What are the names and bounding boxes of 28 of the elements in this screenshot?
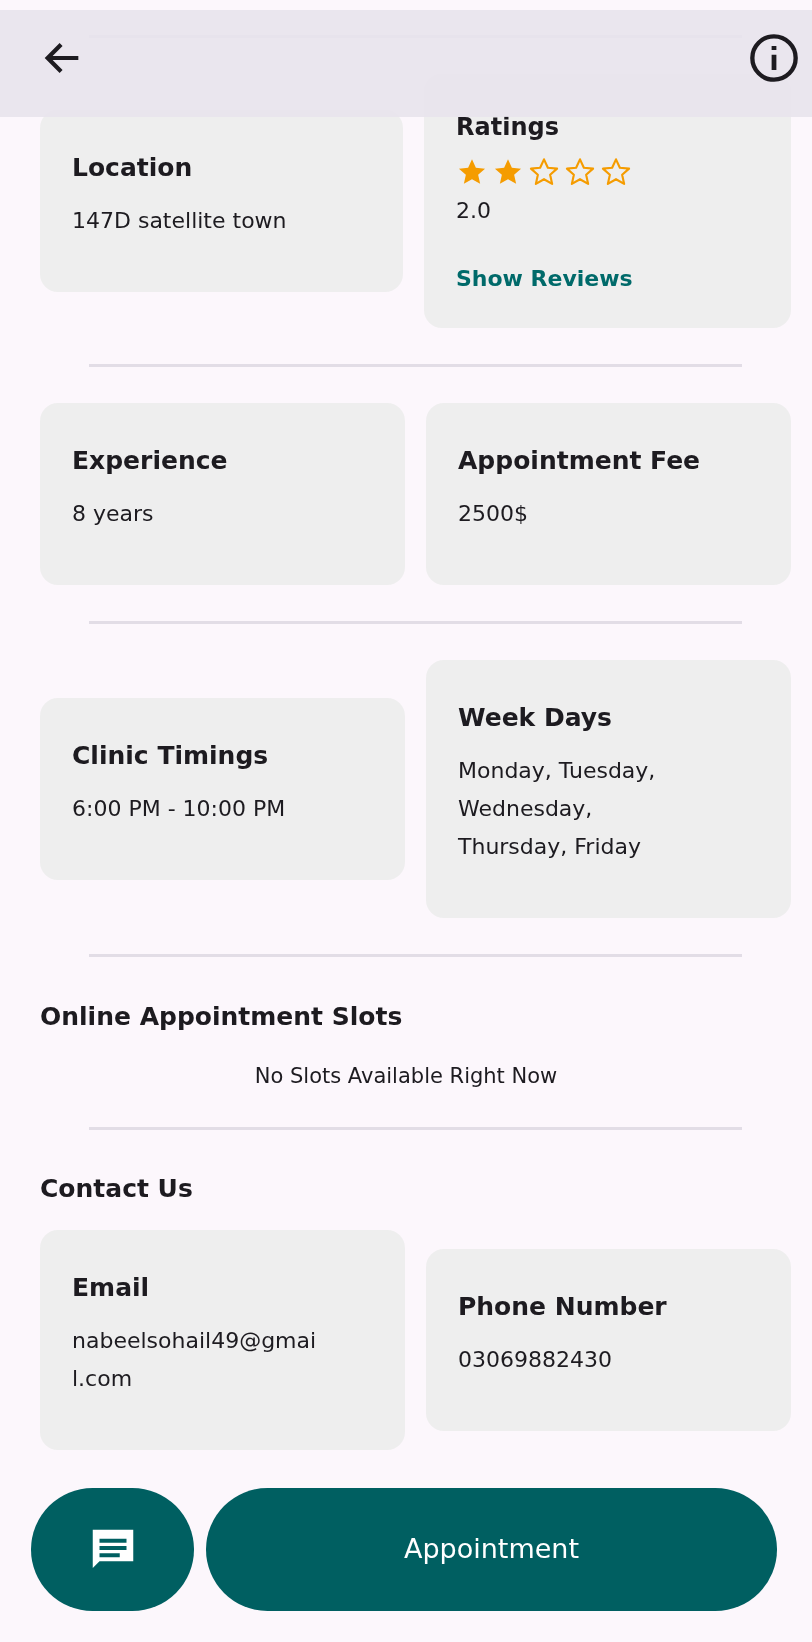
card-value: Thursday, Friday	[458, 833, 642, 861]
card-title: Location	[72, 152, 194, 184]
card-value: 03069882430	[458, 1346, 613, 1374]
card-value: 8 years	[72, 500, 155, 528]
card-title: Appointment Fee	[458, 445, 702, 477]
card-title: Email	[72, 1272, 151, 1304]
appointment-button[interactable]: Appointment	[206, 1488, 777, 1611]
card-value: l.com	[72, 1365, 134, 1393]
card-title: Phone Number	[458, 1291, 668, 1323]
card-value: Monday, Tuesday,	[458, 757, 657, 785]
empty-star-icon	[528, 156, 560, 188]
card-value: 2500$	[458, 500, 529, 528]
section-heading: Online Appointment Slots	[39, 1001, 404, 1033]
empty-star-icon	[600, 156, 632, 188]
section-heading: Contact Us	[39, 1173, 194, 1205]
card-value: 6:00 PM - 10:00 PM	[72, 795, 287, 823]
show-reviews-link[interactable]: Show Reviews	[456, 264, 633, 294]
card-title: Clinic Timings	[72, 740, 270, 772]
card-value: Wednesday,	[458, 795, 594, 823]
card-value: nabeelsohail49@gmai	[72, 1327, 318, 1355]
rating-value: 2.0	[456, 197, 492, 225]
empty-star-icon	[564, 156, 596, 188]
card-title: Ratings	[456, 112, 560, 142]
card-value: 147D satellite town	[72, 207, 288, 235]
info-icon[interactable]	[748, 31, 800, 84]
card-title: Week Days	[458, 702, 613, 734]
empty-slots-message: No Slots Available Right Now	[253, 1063, 559, 1090]
card-title: Experience	[72, 445, 229, 477]
